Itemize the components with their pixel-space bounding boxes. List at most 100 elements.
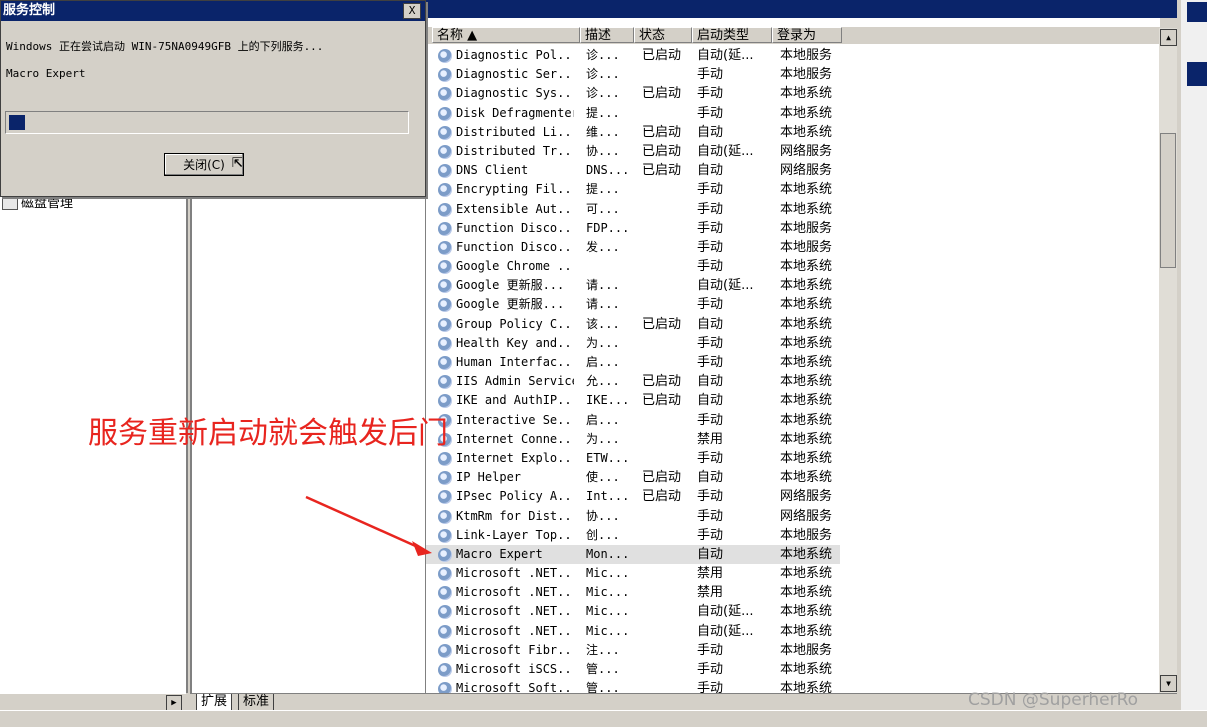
table-row[interactable]: Diagnostic Sys... 诊... 已启动 手动 本地系统 <box>426 84 1160 103</box>
tree-item-disk-management[interactable]: 磁盘管理 <box>2 195 73 213</box>
list-vertical-scrollbar[interactable]: ▲ ▼ <box>1159 28 1177 693</box>
service-logon-as: 本地系统 <box>780 450 833 466</box>
table-row[interactable]: Group Policy C... 该... 已启动 自动 本地系统 <box>426 315 1160 334</box>
service-status: 已启动 <box>642 489 682 505</box>
table-row[interactable]: Diagnostic Pol... 诊... 已启动 自动(延... 本地服务 <box>426 46 1160 65</box>
table-row[interactable]: Encrypting Fil... 提... 手动 本地系统 <box>426 180 1160 199</box>
table-row[interactable]: Microsoft .NET... Mic... 自动(延... 本地系统 <box>426 602 1160 621</box>
service-startup-type: 手动 <box>697 662 724 677</box>
table-row[interactable]: Google Chrome ... 手动 本地系统 <box>426 257 1160 276</box>
table-row[interactable]: IP Helper 使... 已启动 自动 本地系统 <box>426 468 1160 487</box>
service-name: DNS Client <box>456 163 529 178</box>
service-name: Microsoft .NET... <box>456 566 574 581</box>
dialog-close-icon[interactable]: X <box>403 3 421 19</box>
column-header-description[interactable]: 描述 <box>580 27 634 43</box>
tab-extended[interactable]: 扩展 <box>196 694 233 711</box>
service-name: Diagnostic Ser... <box>456 67 574 82</box>
service-name: IPsec Policy A... <box>456 489 574 504</box>
table-row[interactable]: Diagnostic Ser... 诊... 手动 本地服务 <box>426 65 1160 84</box>
service-startup-type: 自动(延... <box>697 48 754 63</box>
service-startup-type: 手动 <box>697 489 724 505</box>
service-startup-type: 手动 <box>697 412 724 428</box>
service-description: 管... <box>586 681 620 693</box>
tab-standard[interactable]: 标准 <box>238 694 275 711</box>
table-row[interactable]: Internet Explo... ETW... 手动 本地系统 <box>426 449 1160 468</box>
table-row[interactable]: Extensible Aut... 可... 手动 本地系统 <box>426 200 1160 219</box>
service-gear-icon <box>438 682 452 693</box>
service-gear-icon <box>438 394 452 409</box>
service-description: 创... <box>586 527 620 542</box>
service-startup-type: 手动 <box>697 220 724 236</box>
service-logon-as: 本地系统 <box>780 355 833 370</box>
service-startup-type: 手动 <box>697 527 724 543</box>
service-logon-as: 本地系统 <box>780 105 833 121</box>
table-row[interactable]: Health Key and... 为... 手动 本地系统 <box>426 334 1160 353</box>
service-gear-icon <box>438 183 452 198</box>
table-row[interactable]: IKE and AuthIP... IKE... 已启动 自动 本地系统 <box>426 391 1160 410</box>
table-row[interactable]: Microsoft .NET... Mic... 禁用 本地系统 <box>426 564 1160 583</box>
right-edge-panel <box>1181 0 1207 726</box>
scroll-down-icon[interactable]: ▼ <box>1160 675 1177 692</box>
service-logon-as: 本地系统 <box>780 374 833 390</box>
service-startup-type: 手动 <box>697 642 724 658</box>
table-row[interactable]: Internet Conne... 为... 禁用 本地系统 <box>426 430 1160 449</box>
service-description: IKE... <box>586 393 630 408</box>
service-name: Disk Defragmenter <box>456 105 574 120</box>
table-row[interactable]: Microsoft Fibr... 注... 手动 本地服务 <box>426 641 1160 660</box>
service-startup-type: 自动 <box>697 374 724 390</box>
service-name: Internet Explo... <box>456 450 574 465</box>
table-row[interactable]: Distributed Li... 维... 已启动 自动 本地系统 <box>426 123 1160 142</box>
table-row[interactable]: Interactive Se... 启... 手动 本地系统 <box>426 411 1160 430</box>
table-row[interactable]: IPsec Policy A... Int... 已启动 手动 网络服务 <box>426 487 1160 506</box>
scroll-up-icon[interactable]: ▲ <box>1160 29 1177 46</box>
service-name: Interactive Se... <box>456 412 574 427</box>
service-description: 维... <box>586 124 620 139</box>
service-startup-type: 自动(延... <box>697 604 754 620</box>
service-description: FDP... <box>586 220 630 235</box>
service-gear-icon <box>438 663 452 677</box>
table-row[interactable]: Function Disco... FDP... 手动 本地服务 <box>426 219 1160 238</box>
service-name: Distributed Li... <box>456 124 574 139</box>
service-logon-as: 本地系统 <box>780 278 833 294</box>
service-gear-icon <box>438 490 452 505</box>
service-startup-type: 手动 <box>697 681 724 693</box>
table-row[interactable]: Human Interfac... 启... 手动 本地系统 <box>426 353 1160 372</box>
table-row[interactable]: Macro Expert Mon... 自动 本地系统 <box>426 544 840 565</box>
service-status: 已启动 <box>642 393 682 409</box>
service-description: 管... <box>586 662 620 676</box>
table-row[interactable]: Microsoft .NET... Mic... 禁用 本地系统 <box>426 583 1160 602</box>
service-gear-icon <box>438 125 452 140</box>
service-startup-type: 禁用 <box>697 566 724 582</box>
service-logon-as: 网络服务 <box>780 163 833 179</box>
service-logon-as: 本地系统 <box>780 681 833 693</box>
column-header-status[interactable]: 状态 <box>634 27 692 43</box>
scroll-thumb[interactable] <box>1160 133 1176 268</box>
service-name: Encrypting Fil... <box>456 182 574 197</box>
tree-horizontal-scrollbar[interactable]: ▶ <box>0 693 186 711</box>
mmc-title-strip <box>425 0 1177 18</box>
table-row[interactable]: DNS Client DNS... 已启动 自动 网络服务 <box>426 161 1160 180</box>
service-description: 为... <box>586 431 620 446</box>
column-header-startup-type[interactable]: 启动类型 <box>692 27 772 43</box>
table-row[interactable]: Microsoft iSCS... 管... 手动 本地系统 <box>426 660 1160 679</box>
services-list[interactable]: 名称 ▲ 描述 状态 启动类型 登录为 Diagnostic Pol... 诊..… <box>425 18 1160 693</box>
service-logon-as: 本地系统 <box>780 431 833 447</box>
table-row[interactable]: IIS Admin Service 允... 已启动 自动 本地系统 <box>426 372 1160 391</box>
scroll-right-icon[interactable]: ▶ <box>166 695 182 711</box>
table-row[interactable]: Link-Layer Top... 创... 手动 本地服务 <box>426 526 1160 545</box>
table-row[interactable]: Google 更新服... 请... 手动 本地系统 <box>426 295 1160 314</box>
service-description: 提... <box>586 182 620 197</box>
table-row[interactable]: Function Disco... 发... 手动 本地服务 <box>426 238 1160 257</box>
column-header-name[interactable]: 名称 ▲ <box>432 27 580 43</box>
service-logon-as: 网络服务 <box>780 508 833 524</box>
table-row[interactable]: Distributed Tr... 协... 已启动 自动(延... 网络服务 <box>426 142 1160 161</box>
service-name: Google Chrome ... <box>456 259 574 274</box>
service-logon-as: 本地系统 <box>780 546 833 562</box>
service-startup-type: 自动 <box>697 316 724 332</box>
service-name: Link-Layer Top... <box>456 527 574 542</box>
table-row[interactable]: Google 更新服... 请... 自动(延... 本地系统 <box>426 276 1160 295</box>
column-header-logon-as[interactable]: 登录为 <box>772 27 842 43</box>
table-row[interactable]: Microsoft .NET... Mic... 自动(延... 本地系统 <box>426 622 1160 641</box>
table-row[interactable]: Disk Defragmenter 提... 手动 本地系统 <box>426 104 1160 123</box>
table-row[interactable]: KtmRm for Dist... 协... 手动 网络服务 <box>426 507 1160 526</box>
